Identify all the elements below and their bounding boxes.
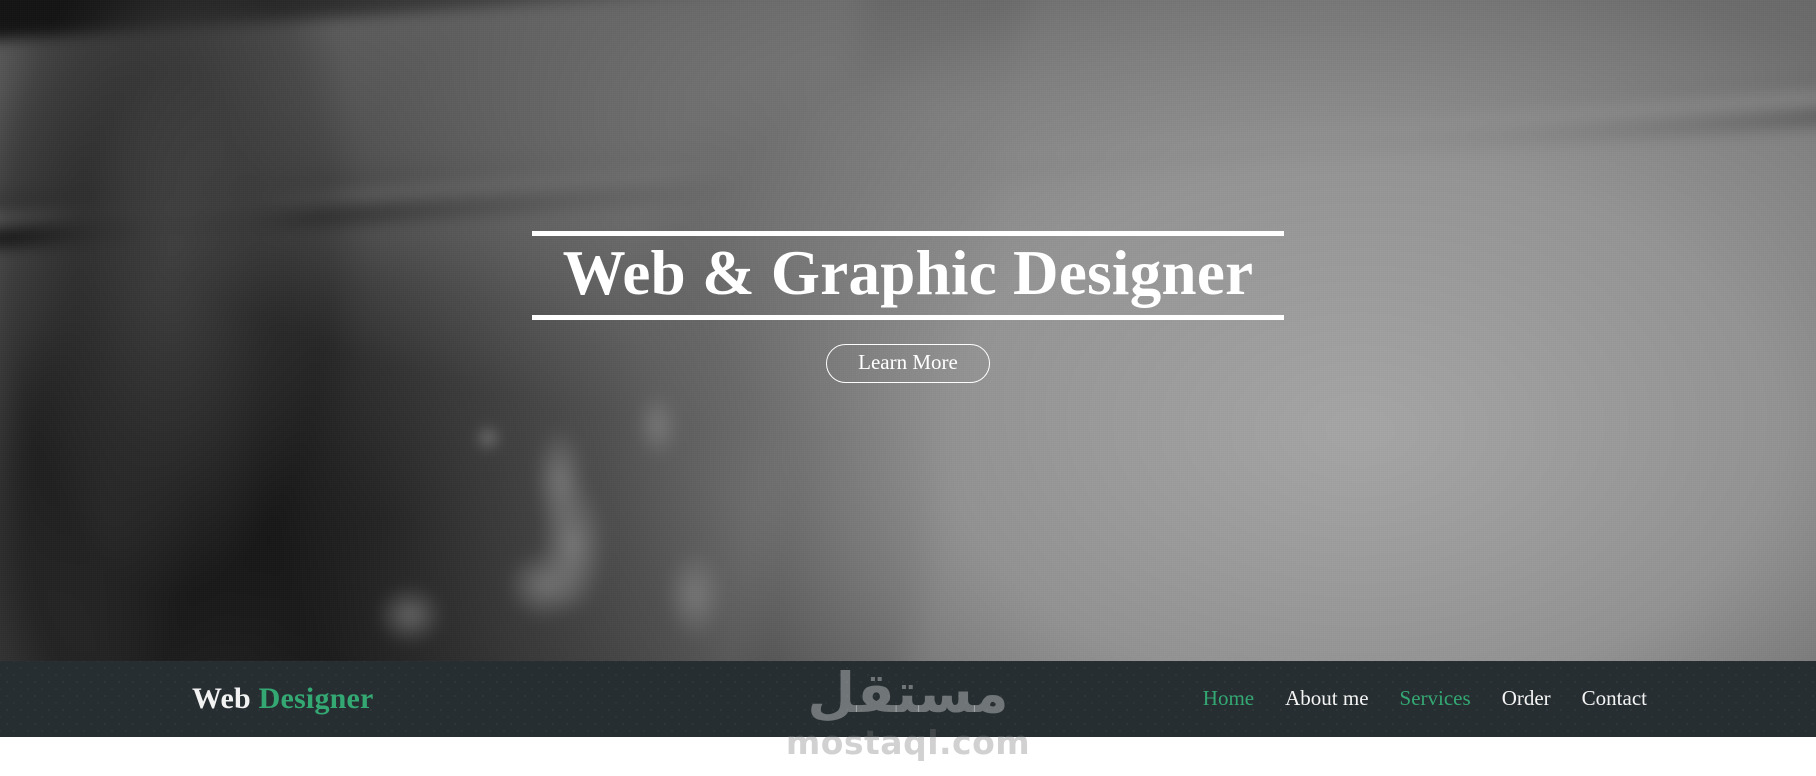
nav-link-about-me[interactable]: About me bbox=[1285, 686, 1368, 710]
nav-links: Home About me Services Order Contact bbox=[1203, 688, 1647, 710]
brand-logo[interactable]: Web Designer bbox=[192, 684, 374, 714]
nav-link-contact[interactable]: Contact bbox=[1582, 686, 1647, 710]
brand-logo-accent: Designer bbox=[258, 682, 374, 715]
hero-section: Web & Graphic Designer Learn More bbox=[0, 0, 1816, 661]
main-navbar: Web Designer Home About me Services Orde… bbox=[0, 661, 1816, 737]
page-root: Web & Graphic Designer Learn More Web De… bbox=[0, 0, 1816, 776]
nav-link-order[interactable]: Order bbox=[1502, 686, 1551, 710]
nav-link-home[interactable]: Home bbox=[1203, 686, 1254, 710]
nav-link-services[interactable]: Services bbox=[1400, 686, 1471, 710]
nav-item-services[interactable]: Services bbox=[1400, 688, 1471, 710]
hero-content: Web & Graphic Designer Learn More bbox=[0, 0, 1816, 661]
learn-more-button[interactable]: Learn More bbox=[826, 344, 990, 383]
nav-item-about-me[interactable]: About me bbox=[1285, 688, 1368, 710]
nav-item-order[interactable]: Order bbox=[1502, 688, 1551, 710]
hero-title-rule-frame: Web & Graphic Designer bbox=[532, 231, 1284, 320]
nav-item-contact[interactable]: Contact bbox=[1582, 688, 1647, 710]
page-title: Web & Graphic Designer bbox=[562, 238, 1254, 308]
nav-item-home[interactable]: Home bbox=[1203, 688, 1254, 710]
page-body-below-navbar bbox=[0, 737, 1816, 776]
brand-logo-prefix: Web bbox=[192, 682, 251, 715]
